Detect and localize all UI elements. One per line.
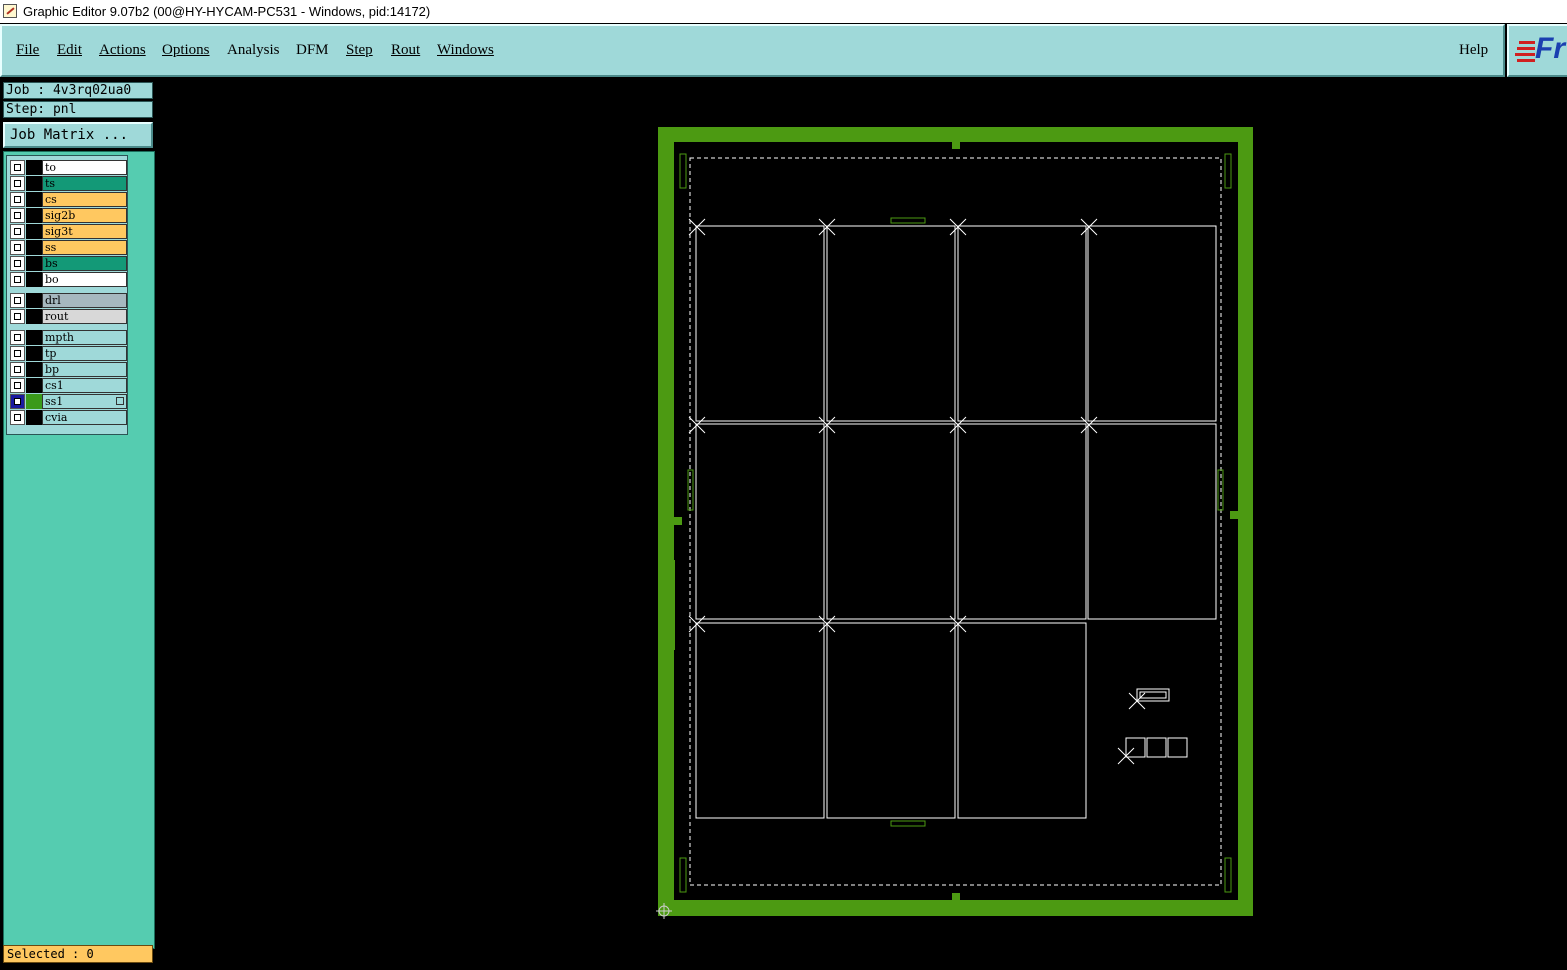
menu-file[interactable]: File: [16, 42, 39, 59]
layer-checkbox[interactable]: [10, 224, 25, 239]
layer-row-mpth[interactable]: mpth: [9, 330, 127, 345]
layer-swatch: [26, 394, 42, 409]
layer-swatch: [26, 362, 42, 377]
menu-edit[interactable]: Edit: [57, 42, 82, 59]
graphic-canvas[interactable]: [157, 79, 1567, 970]
layer-swatch: [26, 160, 42, 175]
layer-name[interactable]: cs: [42, 192, 127, 207]
menu-help[interactable]: Help: [1459, 42, 1488, 59]
layer-name[interactable]: rout: [42, 309, 127, 324]
layer-row-sig3t[interactable]: sig3t: [9, 224, 127, 239]
layer-checkbox[interactable]: [10, 394, 25, 409]
menu-bar: File Edit Actions Options Analysis DFM S…: [0, 24, 1505, 77]
layer-swatch: [26, 330, 42, 345]
layer-name[interactable]: cs1: [42, 378, 127, 393]
layer-checkbox[interactable]: [10, 378, 25, 393]
window-title: Graphic Editor 9.07b2 (00@HY-HYCAM-PC531…: [23, 4, 431, 19]
work-layer-marker-icon: [116, 397, 124, 405]
job-matrix-button[interactable]: Job Matrix ...: [3, 122, 153, 148]
layer-row-cs[interactable]: cs: [9, 192, 127, 207]
layer-swatch: [26, 256, 42, 271]
menu-step[interactable]: Step: [346, 42, 373, 59]
layer-row-tp[interactable]: tp: [9, 346, 127, 361]
brand-logo: Fr: [1507, 24, 1567, 77]
logo-stripes-icon: [1515, 41, 1535, 62]
layer-row-ss1[interactable]: ss1: [9, 394, 127, 409]
layer-swatch: [26, 272, 42, 287]
layer-row-bo[interactable]: bo: [9, 272, 127, 287]
layer-swatch: [26, 192, 42, 207]
layer-checkbox[interactable]: [10, 208, 25, 223]
layer-list: to ts cs sig2b sig3t ss bs bo drl rout m…: [6, 155, 128, 435]
logo-text: Fr: [1535, 32, 1565, 65]
layer-swatch: [26, 224, 42, 239]
layer-name[interactable]: sig2b: [42, 208, 127, 223]
layer-checkbox[interactable]: [10, 240, 25, 255]
layer-name[interactable]: mpth: [42, 330, 127, 345]
layer-swatch: [26, 309, 42, 324]
layer-row-bp[interactable]: bp: [9, 362, 127, 377]
layer-row-sig2b[interactable]: sig2b: [9, 208, 127, 223]
layer-checkbox[interactable]: [10, 410, 25, 425]
layer-checkbox[interactable]: [10, 362, 25, 377]
layer-row-bs[interactable]: bs: [9, 256, 127, 271]
selected-count: Selected : 0: [3, 945, 153, 963]
layer-name[interactable]: tp: [42, 346, 127, 361]
menu-windows[interactable]: Windows: [437, 42, 494, 59]
layer-name[interactable]: cvia: [42, 410, 127, 425]
layer-checkbox[interactable]: [10, 192, 25, 207]
layer-swatch: [26, 176, 42, 191]
menu-options[interactable]: Options: [162, 42, 210, 59]
layer-name[interactable]: ts: [42, 176, 127, 191]
layer-row-drl[interactable]: drl: [9, 293, 127, 308]
layer-name[interactable]: drl: [42, 293, 127, 308]
layer-row-ss[interactable]: ss: [9, 240, 127, 255]
layer-row-ts[interactable]: ts: [9, 176, 127, 191]
layer-row-to[interactable]: to: [9, 160, 127, 175]
menu-dfm[interactable]: DFM: [296, 42, 329, 59]
layer-name[interactable]: bo: [42, 272, 127, 287]
job-label: Job : 4v3rq02ua0: [3, 82, 153, 99]
layer-name[interactable]: bs: [42, 256, 127, 271]
menu-rout[interactable]: Rout: [391, 42, 420, 59]
layer-row-cs1[interactable]: cs1: [9, 378, 127, 393]
layer-name[interactable]: to: [42, 160, 127, 175]
layer-checkbox[interactable]: [10, 256, 25, 271]
layer-swatch: [26, 240, 42, 255]
layer-checkbox[interactable]: [10, 330, 25, 345]
layer-checkbox[interactable]: [10, 272, 25, 287]
step-label: Step: pnl: [3, 101, 153, 118]
layer-name[interactable]: bp: [42, 362, 127, 377]
layer-swatch: [26, 378, 42, 393]
panel-interior: [674, 142, 1238, 900]
layer-swatch: [26, 293, 42, 308]
layer-checkbox[interactable]: [10, 293, 25, 308]
layer-row-cvia[interactable]: cvia: [9, 410, 127, 425]
layer-name[interactable]: sig3t: [42, 224, 127, 239]
menu-analysis[interactable]: Analysis: [227, 42, 280, 59]
layer-name[interactable]: ss1: [42, 394, 127, 409]
layer-swatch: [26, 410, 42, 425]
layer-name[interactable]: ss: [42, 240, 127, 255]
layer-checkbox[interactable]: [10, 176, 25, 191]
layer-swatch: [26, 346, 42, 361]
layers-panel: to ts cs sig2b sig3t ss bs bo drl rout m…: [3, 151, 155, 949]
left-panel: Job : 4v3rq02ua0 Step: pnl Job Matrix ..…: [0, 79, 157, 970]
layer-checkbox[interactable]: [10, 160, 25, 175]
layer-checkbox[interactable]: [10, 309, 25, 324]
layer-row-rout[interactable]: rout: [9, 309, 127, 324]
menu-actions[interactable]: Actions: [99, 42, 146, 59]
title-bar: Graphic Editor 9.07b2 (00@HY-HYCAM-PC531…: [0, 0, 1567, 23]
layer-checkbox[interactable]: [10, 346, 25, 361]
layer-swatch: [26, 208, 42, 223]
app-icon: [3, 4, 17, 18]
